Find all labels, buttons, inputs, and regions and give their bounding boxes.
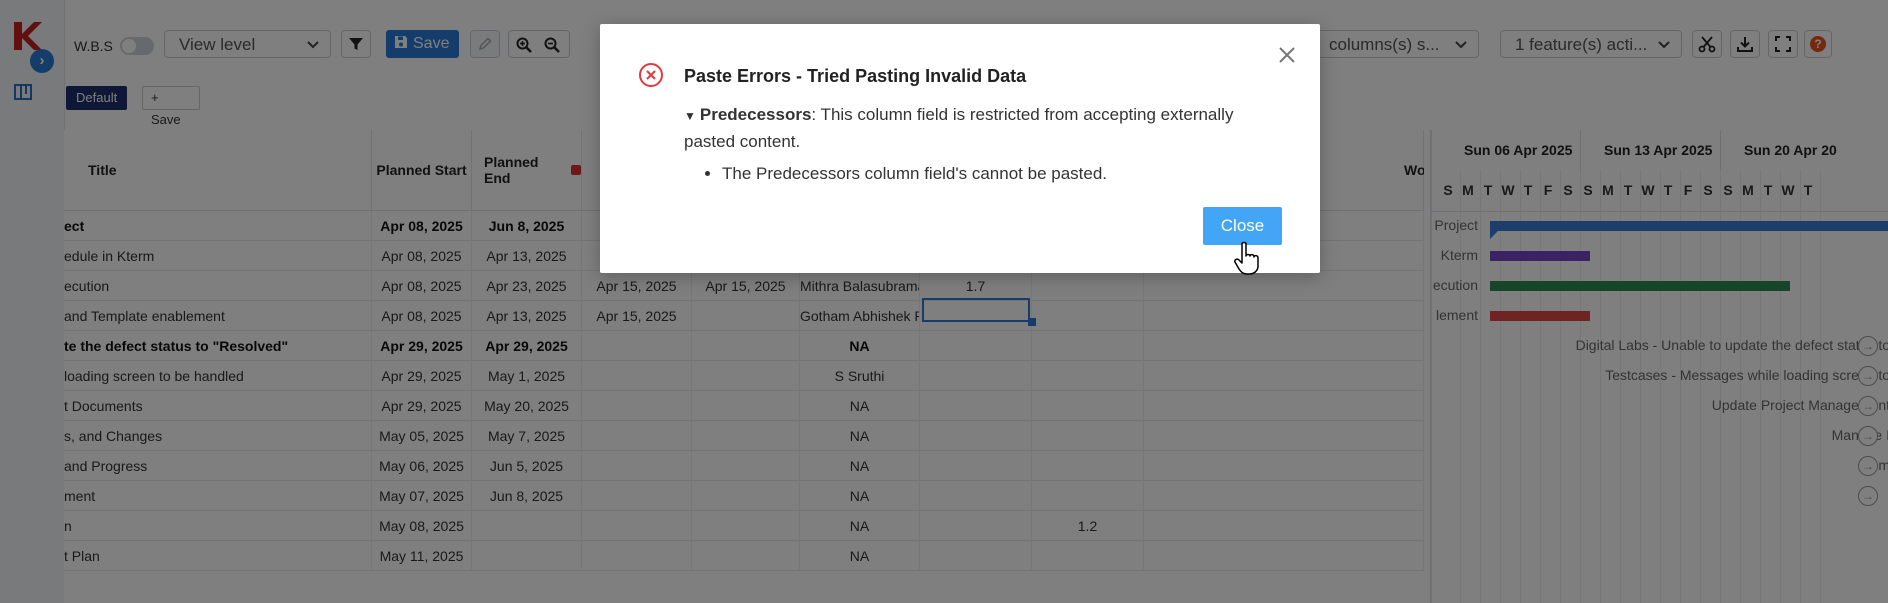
error-detail-item: The Predecessors column field's cannot b… [722,161,1284,187]
paste-errors-dialog: Paste Errors - Tried Pasting Invalid Dat… [600,24,1320,273]
dialog-body: ▼ Predecessors: This column field is rest… [684,102,1284,187]
close-icon[interactable] [1276,44,1298,66]
dialog-title: Paste Errors - Tried Pasting Invalid Dat… [684,66,1027,86]
hand-pointer-icon [1234,241,1259,275]
error-field-name: Predecessors [699,105,812,124]
caret-down-icon[interactable]: ▼ [684,109,696,123]
error-details-list: The Predecessors column field's cannot b… [684,161,1284,187]
error-circle-icon [639,63,663,87]
